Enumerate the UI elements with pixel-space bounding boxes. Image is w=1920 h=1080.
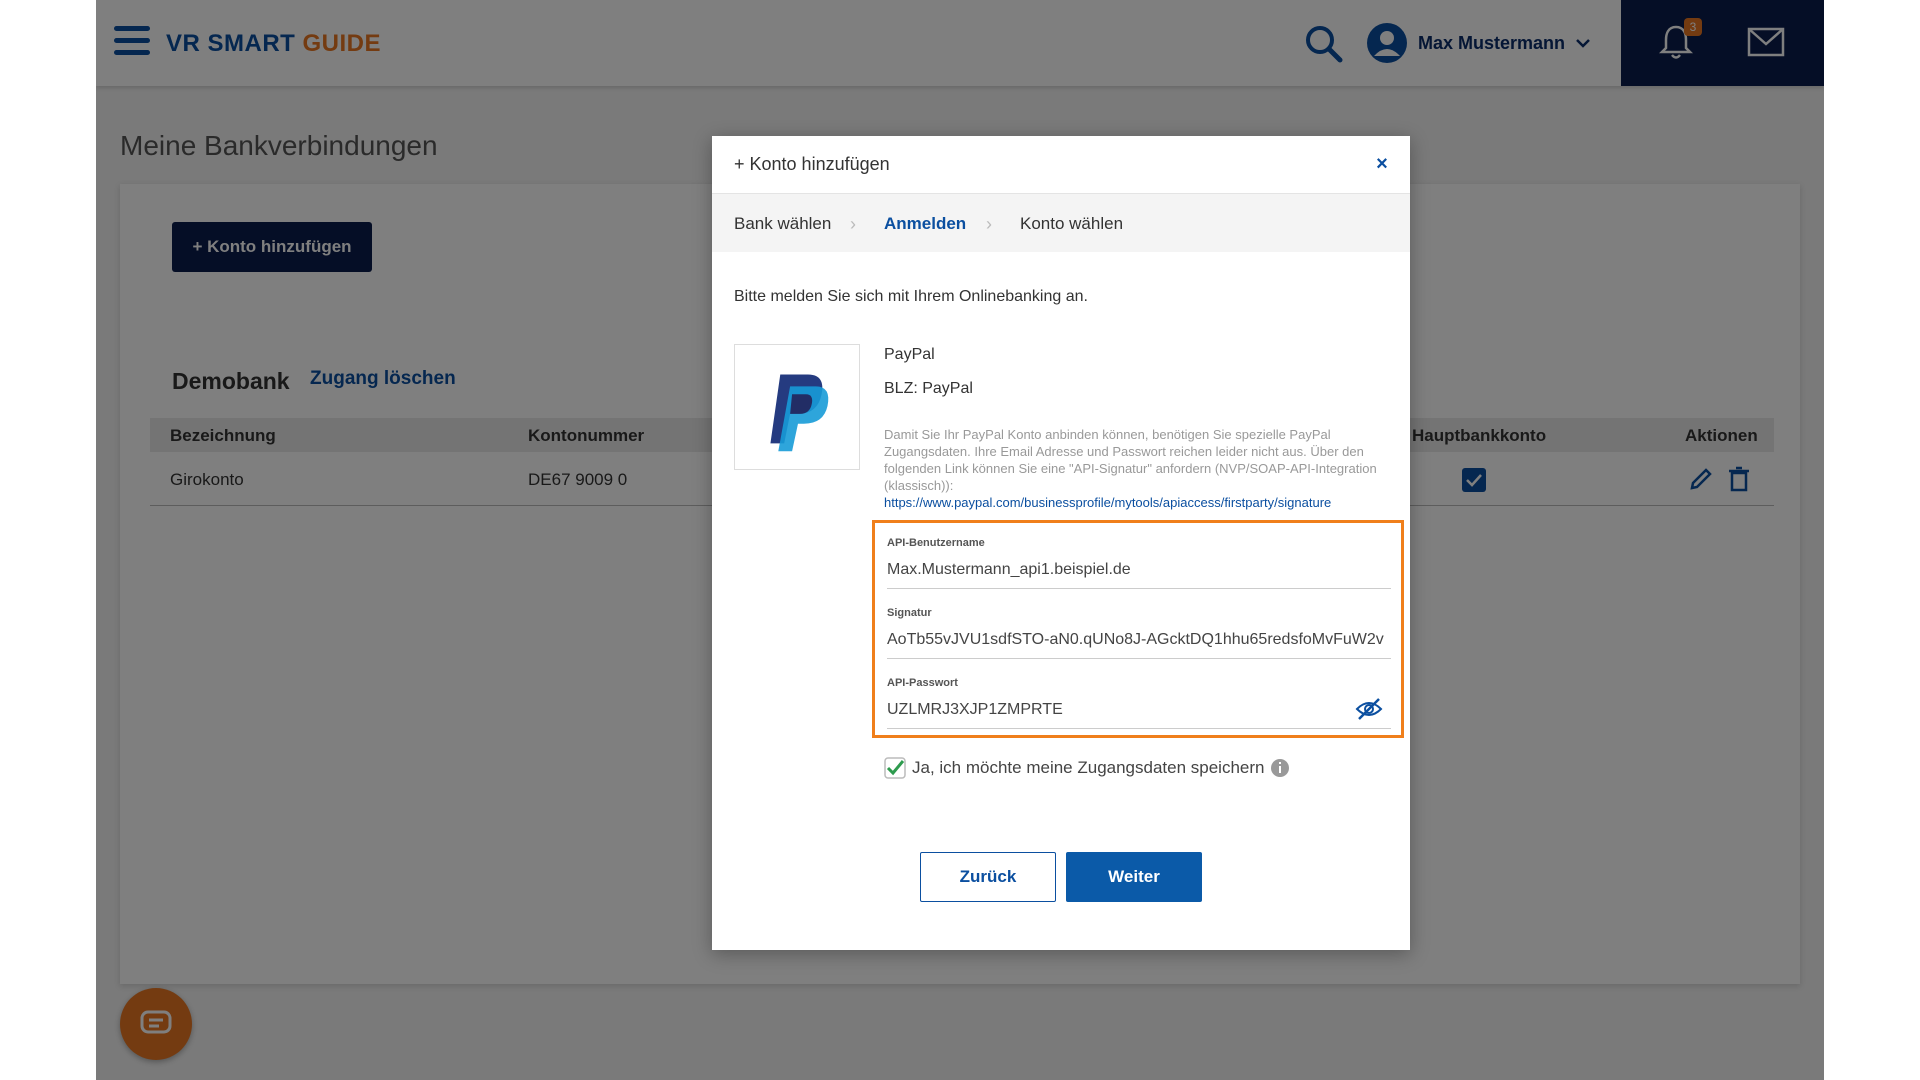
chevron-right-icon: ›	[850, 214, 856, 234]
save-credentials-row: Ja, ich möchte meine Zugangsdaten speich…	[884, 756, 1290, 780]
note-text: Damit Sie Ihr PayPal Konto anbinden könn…	[884, 427, 1377, 493]
api-username-label: API-Benutzername	[887, 537, 985, 549]
next-button[interactable]: Weiter	[1066, 852, 1202, 902]
step-breadcrumb: Bank wählen › Anmelden › Konto wählen	[712, 194, 1410, 252]
dialog-intro-text: Bitte melden Sie sich mit Ihrem Onlineba…	[734, 288, 1088, 305]
api-password-input[interactable]	[887, 697, 1347, 723]
dialog-header: + Konto hinzufügen ×	[712, 136, 1410, 194]
step-konto-waehlen[interactable]: Konto wählen	[1020, 214, 1123, 234]
save-credentials-label[interactable]: Ja, ich möchte meine Zugangsdaten speich…	[912, 758, 1264, 778]
paypal-api-link[interactable]: https://www.paypal.com/businessprofile/m…	[884, 495, 1331, 510]
step-anmelden[interactable]: Anmelden	[884, 214, 966, 234]
api-password-field: API-Passwort	[887, 669, 1391, 729]
eye-off-icon[interactable]	[1355, 697, 1383, 721]
api-password-label: API-Passwort	[887, 677, 958, 689]
credentials-highlight: API-Benutzername Signatur API-Passwort	[872, 520, 1404, 738]
api-username-input[interactable]	[887, 557, 1391, 583]
back-button[interactable]: Zurück	[920, 852, 1056, 902]
add-account-dialog: + Konto hinzufügen × Bank wählen › Anmel…	[712, 136, 1410, 950]
bank-logo-box	[734, 344, 860, 470]
bank-title: PayPal	[884, 346, 935, 363]
signature-label: Signatur	[887, 607, 932, 619]
signature-field: Signatur	[887, 599, 1391, 659]
bank-blz: BLZ: PayPal	[884, 380, 973, 397]
paypal-info-note: Damit Sie Ihr PayPal Konto anbinden könn…	[884, 426, 1384, 511]
step-bank-waehlen[interactable]: Bank wählen	[734, 214, 831, 234]
api-username-field: API-Benutzername	[887, 529, 1391, 589]
info-icon[interactable]	[1270, 758, 1290, 778]
signature-input[interactable]	[887, 627, 1391, 653]
checkbox-checked-icon[interactable]	[884, 757, 906, 779]
dialog-title: + Konto hinzufügen	[734, 154, 890, 174]
app-window: VR SMART GUIDE Max Mustermann 3	[96, 0, 1824, 1080]
paypal-logo	[770, 374, 829, 452]
close-icon[interactable]: ×	[1368, 150, 1396, 178]
chevron-right-icon: ›	[986, 214, 992, 234]
